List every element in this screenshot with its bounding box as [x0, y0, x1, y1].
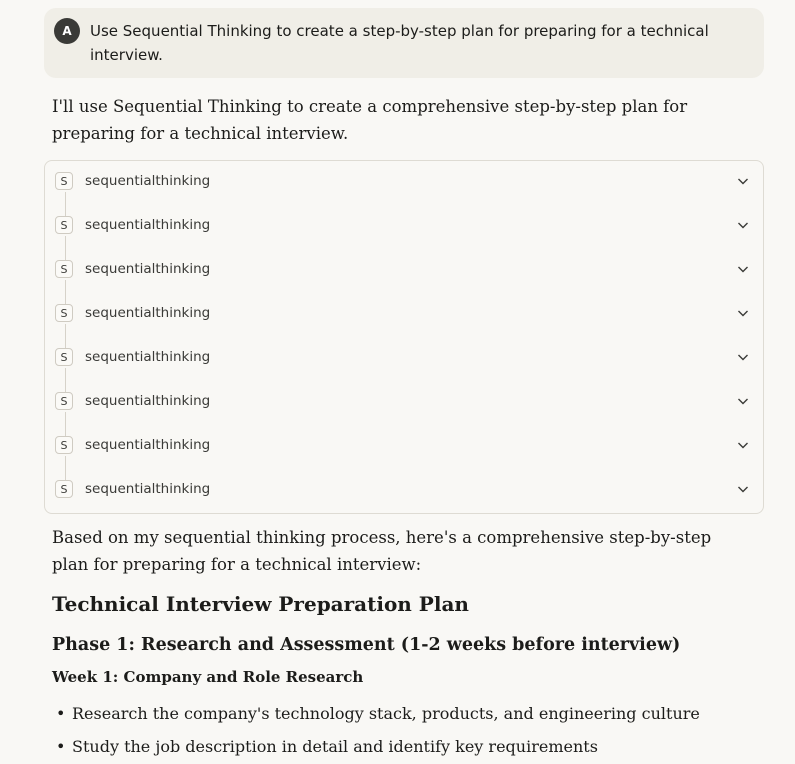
s-badge-icon: S: [55, 392, 73, 410]
chevron-down-icon[interactable]: [735, 305, 751, 321]
tool-call-name: sequentialthinking: [85, 261, 211, 277]
chevron-down-icon[interactable]: [735, 173, 751, 189]
tool-call-row[interactable]: Ssequentialthinking: [45, 293, 763, 337]
phase-1-heading: Phase 1: Research and Assessment (1-2 we…: [52, 635, 681, 655]
s-badge-icon: S: [55, 216, 73, 234]
list-item: • Study the job description in detail and…: [56, 737, 598, 756]
bullet-dot: •: [56, 704, 66, 723]
tool-call-row[interactable]: Ssequentialthinking: [45, 425, 763, 469]
tool-calls-panel: Ssequentialthinking Ssequentialthinking Ss…: [44, 160, 764, 514]
user-message-text: Use Sequential Thinking to create a step…: [90, 22, 709, 64]
chevron-down-icon[interactable]: [735, 437, 751, 453]
tool-call-name: sequentialthinking: [85, 349, 211, 365]
tool-call-row[interactable]: Ssequentialthinking: [45, 469, 763, 513]
tool-call-row[interactable]: Ssequentialthinking: [45, 161, 763, 205]
week-1-heading: Week 1: Company and Role Research: [52, 668, 364, 686]
chevron-down-icon[interactable]: [735, 393, 751, 409]
tool-call-name: sequentialthinking: [85, 481, 211, 497]
chevron-down-icon[interactable]: [735, 261, 751, 277]
bullet-dot: •: [56, 737, 66, 756]
tool-call-name: sequentialthinking: [85, 217, 211, 233]
tool-call-row[interactable]: Ssequentialthinking: [45, 337, 763, 381]
s-badge-icon: S: [55, 260, 73, 278]
plan-heading: Technical Interview Preparation Plan: [52, 592, 469, 616]
tool-call-row[interactable]: Ssequentialthinking: [45, 249, 763, 293]
chevron-down-icon[interactable]: [735, 481, 751, 497]
list-item: • Research the company's technology stack…: [56, 704, 700, 723]
s-badge-icon: S: [55, 172, 73, 190]
tool-call-name: sequentialthinking: [85, 173, 211, 189]
assistant-intro: I'll use Sequential Thinking to create a…: [52, 97, 688, 143]
s-badge-icon: S: [55, 348, 73, 366]
assistant-summary: Based on my sequential thinking process,…: [52, 528, 712, 574]
tool-call-name: sequentialthinking: [85, 305, 211, 321]
s-badge-icon: S: [55, 436, 73, 454]
user-message: A Use Sequential Thinking to create a st…: [44, 8, 764, 78]
s-badge-icon: S: [55, 480, 73, 498]
tool-call-row[interactable]: Ssequentialthinking: [45, 381, 763, 425]
chevron-down-icon[interactable]: [735, 349, 751, 365]
tool-call-name: sequentialthinking: [85, 393, 211, 409]
tool-call-row[interactable]: Ssequentialthinking: [45, 205, 763, 249]
s-badge-icon: S: [55, 304, 73, 322]
user-avatar: A: [54, 18, 80, 44]
tool-call-name: sequentialthinking: [85, 437, 211, 453]
chevron-down-icon[interactable]: [735, 217, 751, 233]
